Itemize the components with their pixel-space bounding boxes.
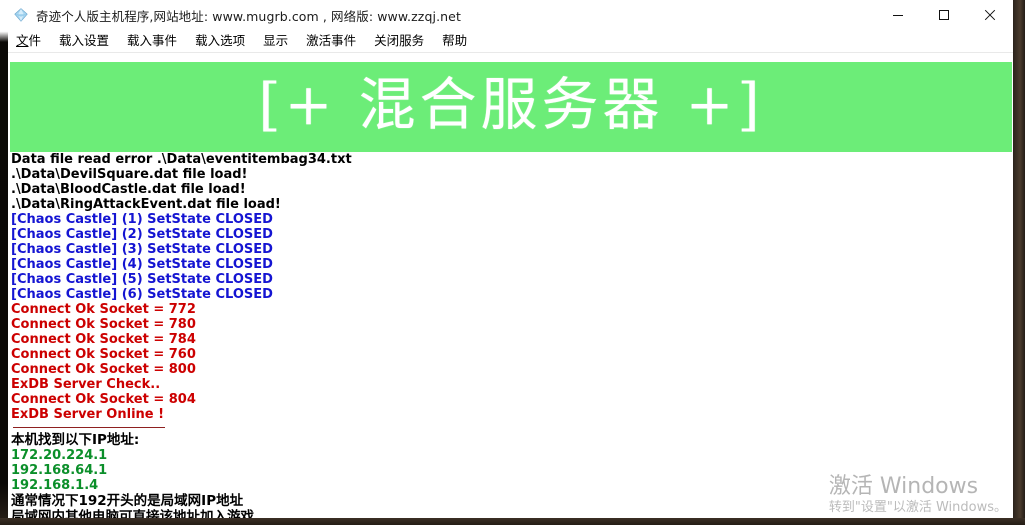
log-divider	[13, 427, 165, 428]
desktop-edge-right	[1013, 0, 1025, 525]
log-line: Data file read error .\Data\eventitembag…	[11, 152, 352, 167]
log-line: .\Data\DevilSquare.dat file load!	[11, 167, 248, 182]
application-window: 奇迹个人版主机程序,网站地址: www.mugrb.com , 网络版: www…	[8, 0, 1013, 518]
ip-address: 192.168.1.4	[11, 478, 99, 493]
menu-item-display[interactable]: 显示	[263, 31, 297, 51]
ip-note-line: 局域网内其他电脑可直接该地址加入游戏	[11, 509, 254, 518]
log-line: [Chaos Castle] (6) SetState CLOSED	[11, 287, 273, 302]
menu-item-load-settings[interactable]: 载入设置	[59, 31, 118, 51]
log-line: ExDB Server Check..	[11, 377, 161, 392]
ip-section-heading: 本机找到以下IP地址:	[11, 432, 140, 448]
desktop-edge-bottom	[0, 518, 1025, 525]
log-line: [Chaos Castle] (1) SetState CLOSED	[11, 212, 273, 227]
log-line: Connect Ok Socket = 804	[11, 392, 196, 407]
minimize-button[interactable]	[875, 0, 921, 30]
menu-bar: 文件 载入设置 载入事件 载入选项 显示 激活事件 关闭服务 帮助	[8, 30, 1013, 53]
server-banner-text: [+ 混合服务器 +]	[258, 72, 764, 138]
log-line: [Chaos Castle] (5) SetState CLOSED	[11, 272, 273, 287]
log-line: Connect Ok Socket = 800	[11, 362, 196, 377]
window-title: 奇迹个人版主机程序,网站地址: www.mugrb.com , 网络版: www…	[36, 8, 461, 24]
window-controls	[875, 0, 1013, 30]
menu-item-help[interactable]: 帮助	[442, 31, 476, 51]
menu-item-file-rest: 件	[28, 33, 42, 48]
log-line: [Chaos Castle] (4) SetState CLOSED	[11, 257, 273, 272]
desktop-edge-left	[0, 0, 8, 525]
minimize-icon	[893, 15, 903, 16]
menu-item-file[interactable]: 文件	[16, 31, 50, 51]
maximize-button[interactable]	[921, 0, 967, 30]
log-line: [Chaos Castle] (3) SetState CLOSED	[11, 242, 273, 257]
log-line: .\Data\BloodCastle.dat file load!	[11, 182, 246, 197]
menu-item-file-accel: 文	[16, 33, 29, 48]
log-line: ExDB Server Online !	[11, 407, 165, 422]
title-bar[interactable]: 奇迹个人版主机程序,网站地址: www.mugrb.com , 网络版: www…	[8, 0, 1013, 30]
log-line: .\Data\RingAttackEvent.dat file load!	[11, 197, 281, 212]
menu-item-activate-events[interactable]: 激活事件	[306, 31, 365, 51]
ip-note-line: 通常情况下192开头的是局域网IP地址	[11, 493, 244, 509]
client-area: [+ 混合服务器 +] Data file read error .\Data\…	[8, 53, 1013, 518]
menu-item-shutdown-service[interactable]: 关闭服务	[374, 31, 433, 51]
maximize-icon	[939, 10, 949, 20]
close-icon	[984, 9, 996, 21]
log-line: [Chaos Castle] (2) SetState CLOSED	[11, 227, 273, 242]
server-banner: [+ 混合服务器 +]	[10, 62, 1012, 152]
ip-address: 172.20.224.1	[11, 448, 108, 463]
log-line: Connect Ok Socket = 784	[11, 332, 196, 347]
ip-address: 192.168.64.1	[11, 463, 108, 478]
log-line: Connect Ok Socket = 760	[11, 347, 196, 362]
gem-diamond-icon	[14, 8, 28, 22]
menu-item-load-options[interactable]: 载入选项	[195, 31, 254, 51]
log-line: Connect Ok Socket = 772	[11, 302, 196, 317]
log-line: Connect Ok Socket = 780	[11, 317, 196, 332]
close-button[interactable]	[967, 0, 1013, 30]
menu-item-load-events[interactable]: 载入事件	[127, 31, 186, 51]
server-log[interactable]: Data file read error .\Data\eventitembag…	[10, 152, 1013, 518]
